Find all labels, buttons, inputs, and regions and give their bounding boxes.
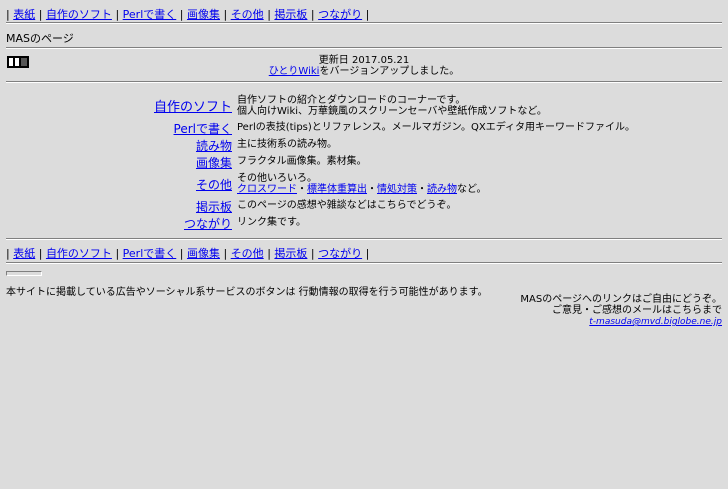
hitori-wiki-link[interactable]: ひとりWiki — [269, 66, 320, 77]
nav-link-perl[interactable]: Perlで書く — [123, 8, 177, 21]
standard-weight-link[interactable]: 標準体重算出 — [307, 184, 367, 195]
divider — [6, 81, 722, 83]
nav-separator: | — [365, 8, 370, 21]
nav-separator: | — [6, 247, 10, 260]
nav-link-links[interactable]: つながり — [318, 247, 362, 260]
nav-link-images[interactable]: 画像集 — [187, 247, 220, 260]
tracking-disclaimer: 本サイトに掲載している広告やソーシャル系サービスのボタンは 行動情報の取得を行う… — [6, 287, 488, 298]
email-link[interactable]: t-masuda@mvd.biglobe.ne.jp — [589, 317, 722, 327]
nav-separator: | — [267, 8, 271, 21]
section-link-images[interactable]: 画像集 — [6, 154, 232, 171]
top-nav: | 表紙 | 自作のソフト | Perlで書く | 画像集 | その他 | 掲示… — [6, 6, 369, 22]
section-desc-reading: 主に技術系の読み物。 — [237, 139, 337, 150]
section-link-other[interactable]: その他 — [6, 176, 232, 193]
link-free-notice: MASのページへのリンクはご自由にどうぞ。 — [520, 294, 722, 305]
crossword-link[interactable]: クロスワード — [237, 184, 297, 195]
divider — [6, 22, 722, 24]
nav-separator: | — [179, 8, 184, 21]
footer-spacer-box — [6, 271, 42, 276]
sublink-separator: ・ — [367, 184, 377, 195]
divider — [6, 262, 722, 264]
nav-link-cover[interactable]: 表紙 — [13, 8, 35, 21]
nav-separator: | — [115, 8, 120, 21]
nav-link-other[interactable]: その他 — [231, 8, 264, 21]
section-link-bbs[interactable]: 掲示板 — [6, 198, 232, 215]
section-desc-line: 自作ソフトの紹介とダウンロードのコーナーです。 — [237, 95, 466, 106]
nav-link-bbs[interactable]: 掲示板 — [274, 247, 307, 260]
other-sublinks: クロスワード・標準体重算出・情処対策・読み物など。 — [237, 184, 487, 195]
reading-link[interactable]: 読み物 — [427, 184, 457, 195]
section-desc-line: 個人向けWiki、万華鏡風のスクリーンセーバや壁紙作成ソフトなど。 — [237, 106, 547, 117]
sublink-separator: ・ — [297, 184, 307, 195]
nav-link-other[interactable]: その他 — [231, 247, 264, 260]
update-message: ひとりWikiをバージョンアップしました。 — [0, 66, 728, 78]
divider — [6, 47, 722, 49]
nav-link-images[interactable]: 画像集 — [187, 8, 220, 21]
nav-separator: | — [267, 247, 271, 260]
nav-link-cover[interactable]: 表紙 — [13, 247, 35, 260]
section-desc-links: リンク集です。 — [237, 217, 306, 228]
nav-separator: | — [38, 247, 43, 260]
contact-block: MASのページへのリンクはご自由にどうぞ。 ご意見・ご感想のメールはこちらまで … — [520, 294, 722, 328]
divider — [6, 238, 722, 240]
nav-separator: | — [310, 8, 315, 21]
exam-prep-link[interactable]: 情処対策 — [377, 184, 417, 195]
bottom-nav: | 表紙 | 自作のソフト | Perlで書く | 画像集 | その他 | 掲示… — [6, 245, 369, 261]
nav-separator: | — [310, 247, 315, 260]
section-desc-images: フラクタル画像集。素材集。 — [237, 156, 367, 167]
section-desc-software: 自作ソフトの紹介とダウンロードのコーナーです。 個人向けWiki、万華鏡風のスク… — [237, 95, 547, 117]
section-desc-line: その他いろいろ。 — [237, 173, 317, 184]
section-desc-bbs: このページの感想や雑談などはこちらでどうぞ。 — [237, 200, 457, 211]
section-link-reading[interactable]: 読み物 — [6, 137, 232, 154]
nav-separator: | — [115, 247, 120, 260]
nav-link-software[interactable]: 自作のソフト — [46, 247, 112, 260]
section-desc-other: その他いろいろ。 クロスワード・標準体重算出・情処対策・読み物など。 — [237, 173, 487, 195]
nav-link-software[interactable]: 自作のソフト — [46, 8, 112, 21]
section-link-software[interactable]: 自作のソフト — [6, 96, 232, 115]
sublink-separator: ・ — [417, 184, 427, 195]
update-message-text: をバージョンアップしました。 — [319, 66, 460, 77]
section-link-links[interactable]: つながり — [6, 215, 232, 232]
nav-separator: | — [179, 247, 184, 260]
nav-separator: | — [223, 247, 228, 260]
nav-separator: | — [223, 8, 228, 21]
section-link-perl[interactable]: Perlで書く — [6, 120, 232, 137]
nav-separator: | — [6, 8, 10, 21]
mail-invite: ご意見・ご感想のメールはこちらまで — [552, 305, 722, 316]
nav-link-links[interactable]: つながり — [318, 8, 362, 21]
section-desc-perl: Perlの表技(tips)とリファレンス。メールマガジン。QXエディタ用キーワー… — [237, 122, 635, 133]
sublinks-suffix: など。 — [457, 184, 487, 195]
nav-link-perl[interactable]: Perlで書く — [123, 247, 177, 260]
nav-separator: | — [365, 247, 370, 260]
page-title: MASのページ — [6, 32, 74, 45]
nav-separator: | — [38, 8, 43, 21]
nav-link-bbs[interactable]: 掲示板 — [274, 8, 307, 21]
